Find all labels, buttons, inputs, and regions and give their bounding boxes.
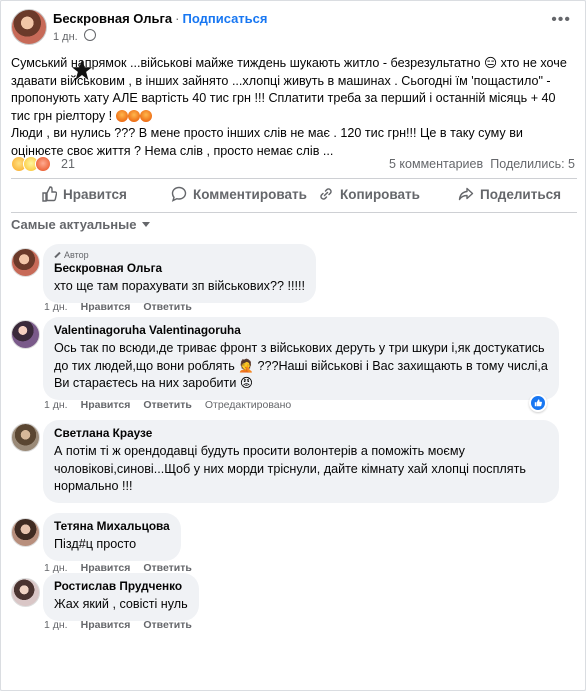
author-line: Бескровная Ольга · Подписаться	[53, 11, 268, 26]
angry-emoji-icon	[127, 109, 140, 122]
comment-bubble: Valentinagoruha Valentinagoruha Ось так …	[43, 317, 559, 400]
comment-text: А потім ті ж орендодавці будуть просити …	[54, 444, 526, 494]
link-icon	[320, 188, 332, 200]
comment-button[interactable]: Комментировать	[171, 186, 307, 202]
edited-label: Отредактировано	[204, 399, 292, 411]
post-header: Бескровная Ольга · Подписаться 1 дн. •••	[11, 9, 571, 45]
comment-text: Пізд#ц просто	[54, 537, 137, 551]
post-text: Сумський напрямок ...військові майже тиж…	[11, 55, 577, 161]
post-meta: 1 дн.	[53, 29, 96, 43]
shares-count[interactable]: Поделились: 5	[490, 157, 575, 171]
author-name[interactable]: Бескровная Ольга	[53, 11, 172, 26]
comment-icon	[171, 186, 187, 202]
share-button[interactable]: Поделиться	[458, 186, 561, 202]
comment-text: Ось так по всюди,де триває фронт з війсь…	[54, 341, 548, 391]
reaction-icons[interactable]	[11, 156, 51, 172]
comment-reply-link[interactable]: Ответить	[143, 619, 192, 631]
commenter-avatar[interactable]	[11, 248, 40, 277]
comment-text: Жах який , совісті нуль	[54, 597, 188, 611]
censor-star-icon	[71, 59, 93, 81]
comment-like-link[interactable]: Нравится	[81, 399, 131, 411]
post-time[interactable]: 1 дн.	[53, 31, 78, 43]
copy-button[interactable]: Копировать	[318, 186, 420, 202]
comment-reply-link[interactable]: Ответить	[143, 399, 192, 411]
thumbs-up-icon	[42, 186, 58, 202]
comment-time[interactable]: 1 дн.	[44, 301, 68, 313]
comment-bubble: Автор Бескровная Ольга хто ще там пораху…	[43, 244, 316, 303]
thumbs-up-icon	[534, 399, 542, 407]
comments-count[interactable]: 5 комментариев	[389, 157, 483, 171]
comment-bubble: Светлана Краузе А потім ті ж орендодавці…	[43, 420, 559, 503]
author-badge: Автор	[54, 250, 305, 260]
angry-reaction-icon	[35, 156, 51, 172]
commenter-avatar[interactable]	[11, 518, 40, 547]
angry-emoji-icon	[139, 109, 152, 122]
reaction-count[interactable]: 21	[61, 157, 75, 171]
comment-actions: 1 дн. Нравится Ответить	[44, 619, 205, 631]
more-horizontal-icon[interactable]: •••	[551, 11, 571, 29]
comment-actions: 1 дн. Нравится Ответить	[44, 301, 205, 313]
reactions-bar: 21 5 комментариев Поделились: 5	[11, 156, 577, 172]
comment-author[interactable]: Valentinagoruha Valentinagoruha	[54, 323, 548, 337]
comment-like-link[interactable]: Нравится	[81, 301, 131, 313]
comment-author[interactable]: Тетяна Михальцова	[54, 519, 170, 533]
comment-text: хто ще там порахувати зп військових?? !!…	[54, 279, 305, 293]
angry-emoji-icon	[115, 109, 128, 122]
comment-bubble: Тетяна Михальцова Пізд#ц просто	[43, 513, 181, 561]
comment-like-reaction[interactable]	[529, 394, 547, 412]
commenter-avatar[interactable]	[11, 423, 40, 452]
comment-sort-dropdown[interactable]: Самые актуальные	[11, 217, 150, 232]
commenter-avatar[interactable]	[11, 320, 40, 349]
comment-like-link[interactable]: Нравится	[81, 619, 131, 631]
follow-button[interactable]: Подписаться	[182, 11, 267, 26]
separator-dot: ·	[175, 11, 180, 26]
comment-author[interactable]: Ростислав Прудченко	[54, 579, 188, 593]
post-action-bar: Нравится Комментировать Копировать Подел…	[11, 178, 577, 213]
chevron-down-icon	[141, 222, 150, 227]
comment-time[interactable]: 1 дн.	[44, 619, 68, 631]
comment-author[interactable]: Светлана Краузе	[54, 426, 548, 440]
globe-icon	[83, 29, 96, 41]
commenter-avatar[interactable]	[11, 578, 40, 607]
post-paragraph-1: Сумський напрямок ...військові майже тиж…	[11, 56, 567, 123]
comment-actions: 1 дн. Нравится Ответить Отредактировано	[44, 399, 304, 411]
comment-bubble: Ростислав Прудченко Жах який , совісті н…	[43, 573, 199, 621]
facebook-post-card: Бескровная Ольга · Подписаться 1 дн. ••• С…	[0, 0, 586, 691]
like-button[interactable]: Нравится	[41, 186, 127, 202]
pen-icon	[54, 251, 61, 259]
comment-author[interactable]: Бескровная Ольга	[54, 261, 305, 275]
share-arrow-icon	[458, 187, 474, 201]
author-avatar[interactable]	[11, 9, 47, 45]
comment-time[interactable]: 1 дн.	[44, 399, 68, 411]
comment-reply-link[interactable]: Ответить	[143, 301, 192, 313]
